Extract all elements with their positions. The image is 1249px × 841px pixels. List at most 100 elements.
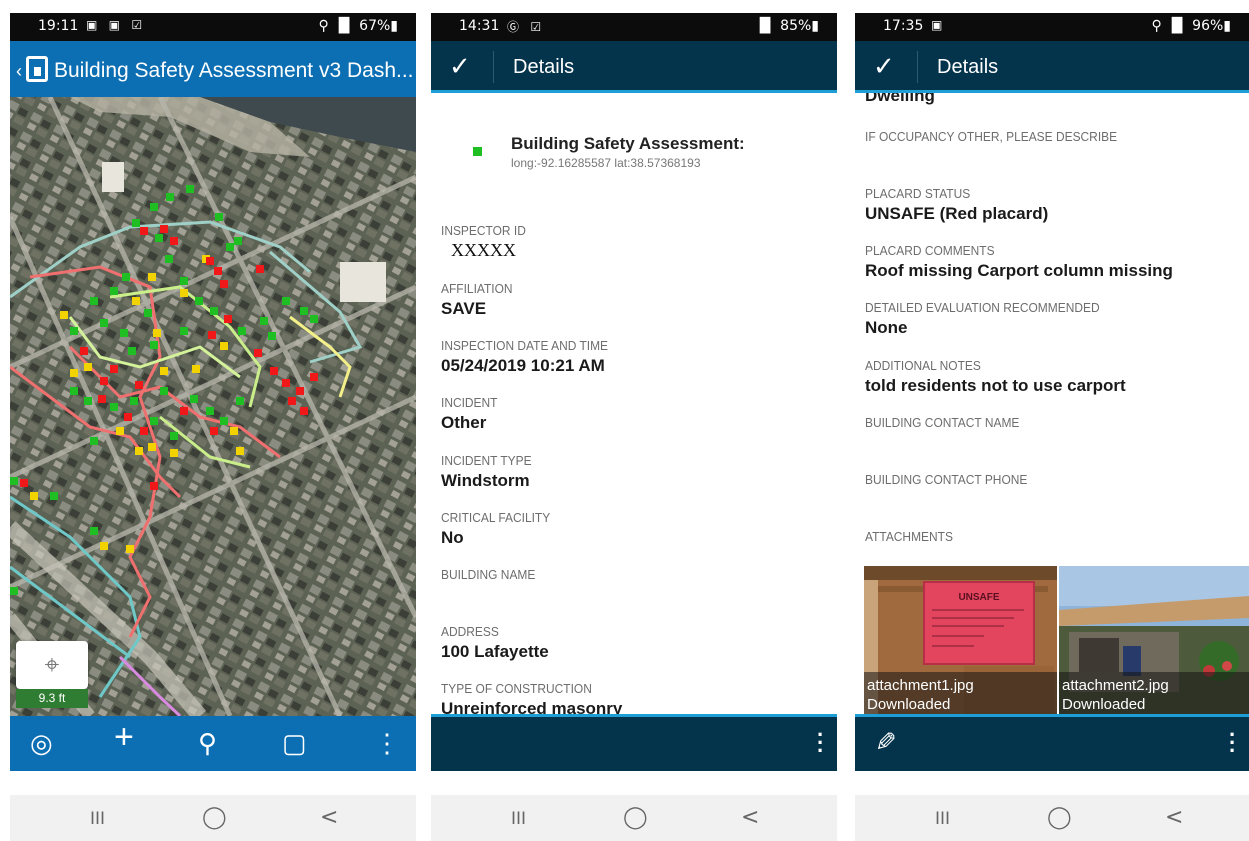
android-nav-bar: III ◯ < [10, 795, 416, 841]
recent-apps-button[interactable]: III [511, 809, 526, 829]
satellite-map[interactable] [10, 97, 416, 716]
locate-icon[interactable]: ◎ [30, 728, 53, 758]
system-icons: ▐▌ 85%▮ [754, 18, 819, 34]
dashboard-title[interactable]: ‹ Building Safety Assessment v3 Dash... [16, 56, 414, 83]
safe-marker-icon [473, 147, 482, 156]
field-value: None [865, 318, 908, 337]
attachment-thumbnail[interactable]: attachment2.jpg Downloaded [1059, 566, 1249, 715]
field-value: SAVE [441, 299, 487, 318]
field-label: PLACARD COMMENTS [865, 243, 995, 258]
back-button[interactable]: < [1165, 805, 1183, 830]
crosshair-icon: ⌖ [44, 649, 60, 679]
feature-title: Building Safety Assessment: [511, 134, 745, 153]
field-label: INCIDENT [441, 395, 498, 410]
more-icon[interactable]: · · · [1229, 724, 1236, 762]
field-value: Roof missing Carport column missing [865, 261, 1173, 280]
page-title: Details [937, 56, 999, 78]
status-bar: 14:31 Ⓖ ☑ ▐▌ 85%▮ [431, 13, 837, 41]
check-icon[interactable]: ✓ [873, 51, 895, 82]
field-label: AFFILIATION [441, 281, 513, 296]
field-label: ATTACHMENTS [865, 529, 953, 544]
field-value: 100 Lafayette [441, 642, 549, 661]
android-nav-bar: III ◯ < [855, 795, 1249, 841]
notification-icons: ▣ [931, 18, 947, 32]
notification-icons: ▣ ▣ ☑ [86, 18, 147, 32]
attachment-status: Downloaded [1062, 696, 1146, 713]
chevron-left-icon[interactable]: ‹ [16, 61, 22, 81]
field-label: TYPE OF CONSTRUCTION [441, 681, 592, 696]
field-label: PLACARD STATUS [865, 186, 971, 201]
field-value: Windstorm [441, 471, 530, 490]
status-time: 19:11 [38, 18, 79, 34]
details-screen-1: 14:31 Ⓖ ☑ ▐▌ 85%▮ ✓ Details Building Saf… [431, 13, 837, 841]
field-label: ADDRESS [441, 624, 499, 639]
home-button[interactable]: ◯ [1047, 805, 1072, 830]
back-button[interactable]: < [741, 805, 759, 830]
system-icons: ⚲ ▐▌ 67%▮ [318, 18, 398, 34]
field-label: IF OCCUPANCY OTHER, PLEASE DESCRIBE [865, 129, 1118, 144]
status-time: 17:35 [883, 18, 924, 34]
add-icon[interactable]: + [114, 720, 134, 754]
recent-apps-button[interactable]: III [935, 809, 950, 829]
back-button[interactable]: < [320, 805, 338, 830]
divider [917, 51, 918, 83]
details-screen-2: 17:35 ▣ ⚲ ▐▌ 96%▮ ✓ Details Dwelling IF … [855, 13, 1249, 841]
status-bar: 19:11 ▣ ▣ ☑ ⚲ ▐▌ 67%▮ [10, 13, 416, 41]
field-value: Unreinforced masonry [441, 699, 623, 715]
field-label: INSPECTION DATE AND TIME [441, 338, 609, 353]
locate-button[interactable]: ⌖ [16, 641, 88, 689]
home-button[interactable]: ◯ [623, 805, 648, 830]
feature-coords: long:-92.16285587 lat:38.57368193 [511, 156, 701, 170]
field-value: 05/24/2019 10:21 AM [441, 356, 605, 375]
system-icons: ⚲ ▐▌ 96%▮ [1151, 18, 1231, 34]
edit-icon[interactable]: ✎ [875, 727, 897, 758]
app-bar: ✓ Details [855, 41, 1249, 93]
app-bar: ‹ Building Safety Assessment v3 Dash... [10, 41, 416, 97]
attachment-caption: attachment1.jpg Downloaded [864, 672, 1057, 715]
map-view[interactable]: ⌖ 9.3 ft [10, 97, 416, 716]
map-scale: 9.3 ft [16, 689, 88, 708]
field-label: BUILDING CONTACT PHONE [865, 472, 1028, 487]
home-button[interactable]: ◯ [202, 805, 227, 830]
placard-text: UNSAFE [958, 592, 999, 603]
field-value: Dwelling [865, 93, 935, 105]
dashboard-title-text: Building Safety Assessment v3 Dash... [54, 59, 414, 82]
field-value: Other [441, 413, 487, 432]
field-label: INSPECTOR ID [441, 223, 526, 238]
more-icon[interactable]: ⋮ [374, 728, 400, 758]
field-value: No [441, 528, 464, 547]
attachment-name: attachment2.jpg [1062, 677, 1169, 694]
recent-apps-button[interactable]: III [90, 809, 105, 829]
search-icon[interactable]: ⚲ [198, 728, 217, 758]
page-title: Details [513, 56, 575, 78]
field-label: CRITICAL FACILITY [441, 510, 551, 525]
details-content[interactable]: Dwelling IF OCCUPANCY OTHER, PLEASE DESC… [855, 93, 1249, 715]
attachment-status: Downloaded [867, 696, 951, 713]
app-bar: ✓ Details [431, 41, 837, 93]
map-toolbar: ◎ + ⚲ ▢ ⋮ [10, 716, 416, 771]
details-content[interactable]: Building Safety Assessment: long:-92.162… [431, 93, 837, 715]
field-value: told residents not to use carport [865, 376, 1126, 395]
bookmark-icon[interactable]: ▢ [282, 728, 307, 758]
android-nav-bar: III ◯ < [431, 795, 837, 841]
field-value: UNSAFE (Red placard) [865, 204, 1049, 223]
field-label: DETAILED EVALUATION RECOMMENDED [865, 300, 1100, 315]
attachment-caption: attachment2.jpg Downloaded [1059, 672, 1249, 715]
details-toolbar: · · · [431, 714, 837, 771]
field-label: BUILDING NAME [441, 567, 536, 582]
notification-icons: Ⓖ ☑ [507, 20, 546, 34]
check-icon[interactable]: ✓ [449, 51, 471, 82]
field-label: BUILDING CONTACT NAME [865, 415, 1020, 430]
attachment-thumbnail[interactable]: UNSAFE attachment1.jpg Downloaded [864, 566, 1057, 715]
more-icon[interactable]: · · · [817, 724, 824, 762]
details-toolbar: ✎ · · · [855, 714, 1249, 771]
field-label: INCIDENT TYPE [441, 453, 532, 468]
divider [493, 51, 494, 83]
status-time: 14:31 [459, 18, 500, 34]
attachment-name: attachment1.jpg [867, 677, 974, 694]
dashboard-screen: 19:11 ▣ ▣ ☑ ⚲ ▐▌ 67%▮ ‹ Building Safety A… [10, 13, 416, 841]
field-label: ADDITIONAL NOTES [865, 358, 981, 373]
field-value: XXXXX [451, 240, 516, 260]
dashboard-icon [26, 56, 48, 82]
status-bar: 17:35 ▣ ⚲ ▐▌ 96%▮ [855, 13, 1249, 41]
